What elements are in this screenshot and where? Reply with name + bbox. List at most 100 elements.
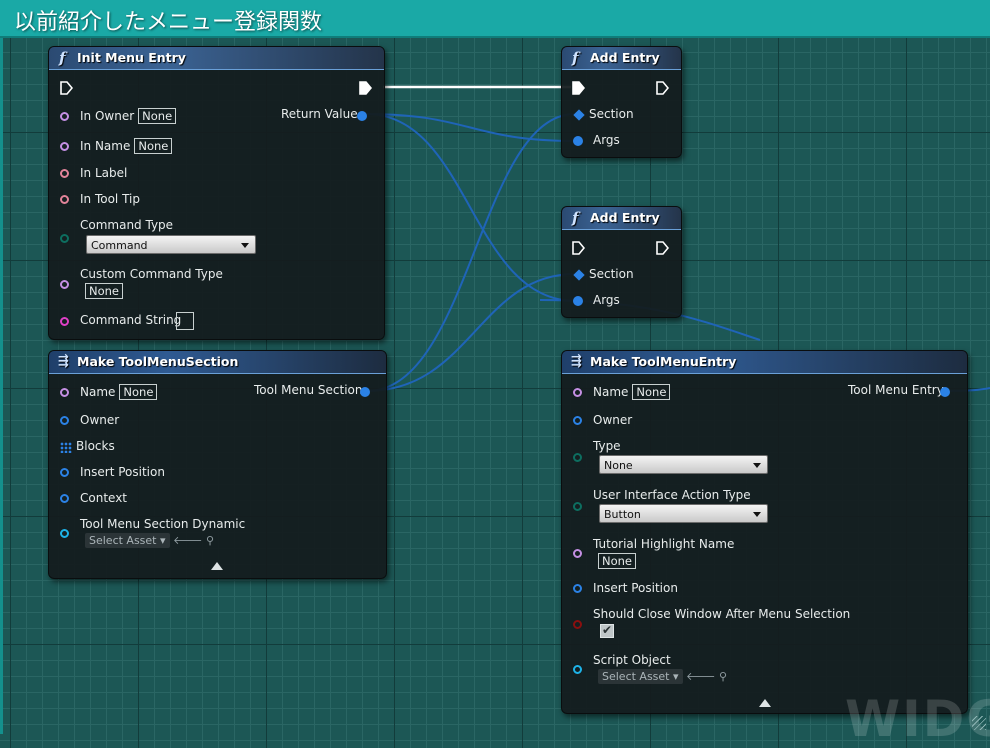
- node-make-tool-menu-entry[interactable]: ⇶ Make ToolMenuEntry Name None Tool Menu …: [561, 350, 968, 714]
- in-name-value[interactable]: None: [134, 138, 173, 154]
- node-header[interactable]: ⇶ Make ToolMenuEntry: [562, 351, 967, 374]
- insert-position-label: Insert Position: [593, 581, 678, 595]
- insert-position-pin[interactable]: [573, 584, 582, 593]
- exec-in-pin[interactable]: [60, 81, 73, 95]
- type-value: None: [604, 459, 633, 472]
- args-pin[interactable]: [573, 296, 583, 306]
- name-pin[interactable]: [60, 388, 69, 397]
- array-pin-icon[interactable]: [60, 442, 72, 453]
- section-label: Section: [589, 267, 634, 281]
- args-pin[interactable]: [573, 136, 583, 146]
- node-add-entry-1[interactable]: f Add Entry Section Args: [561, 46, 682, 158]
- node-init-menu-entry[interactable]: f Init Menu Entry In Owner None Return Va…: [48, 46, 385, 340]
- exec-in-pin[interactable]: [572, 241, 585, 255]
- command-type-label: Command Type: [80, 218, 174, 232]
- section-to-section-wire: [366, 113, 576, 392]
- node-title: Make ToolMenuEntry: [590, 354, 737, 369]
- tool-menu-section-output-label: Tool Menu Section: [254, 383, 363, 397]
- select-asset-combo[interactable]: Select Asset ▾: [598, 669, 683, 684]
- in-name-pin[interactable]: [60, 142, 69, 151]
- in-tool-tip-label: In Tool Tip: [80, 192, 140, 206]
- browse-search-icon[interactable]: ⚲: [206, 534, 214, 547]
- should-close-label: Should Close Window After Menu Selection: [593, 607, 851, 621]
- command-string-label: Command String: [80, 313, 182, 327]
- args-label: Args: [593, 133, 620, 147]
- collapse-arrow-icon[interactable]: [211, 562, 223, 570]
- in-owner-value[interactable]: None: [138, 108, 177, 124]
- owner-pin[interactable]: [60, 416, 69, 425]
- in-owner-label: In Owner: [80, 109, 135, 123]
- node-make-tool-menu-section[interactable]: ⇶ Make ToolMenuSection Name None Tool Men…: [48, 350, 387, 579]
- tutorial-value[interactable]: None: [598, 553, 637, 569]
- section-to-section2-wire: [366, 273, 576, 392]
- command-type-pin[interactable]: [60, 234, 69, 243]
- node-title: Add Entry: [590, 210, 660, 225]
- tool-menu-entry-output-pin[interactable]: [940, 387, 950, 397]
- should-close-pin[interactable]: [573, 620, 582, 629]
- chevron-down-icon: [241, 243, 249, 248]
- select-asset-label: Select Asset: [602, 670, 670, 683]
- node-header[interactable]: f Init Menu Entry: [49, 47, 384, 70]
- type-dropdown[interactable]: None: [599, 455, 768, 474]
- section-label: Section: [589, 107, 634, 121]
- exec-out-pin[interactable]: [656, 241, 669, 255]
- owner-pin[interactable]: [573, 416, 582, 425]
- return-value-pin[interactable]: [357, 111, 367, 121]
- use-selected-icon[interactable]: 🡐: [686, 670, 716, 683]
- command-string-input[interactable]: [176, 312, 194, 330]
- node-title: Init Menu Entry: [77, 50, 186, 65]
- node-header[interactable]: f Add Entry: [562, 207, 681, 230]
- name-label: Name: [593, 385, 629, 399]
- in-label-pin[interactable]: [60, 169, 69, 178]
- command-string-pin[interactable]: [60, 317, 69, 326]
- context-pin[interactable]: [60, 494, 69, 503]
- function-icon: f: [572, 49, 579, 67]
- dynamic-label: Tool Menu Section Dynamic: [80, 517, 246, 531]
- return-to-args-wire: [365, 113, 577, 142]
- custom-command-type-value[interactable]: None: [85, 283, 124, 299]
- chevron-down-icon: [753, 512, 761, 517]
- select-asset-combo[interactable]: Select Asset ▾: [85, 533, 170, 548]
- ui-action-type-dropdown[interactable]: Button: [599, 504, 768, 523]
- collapse-arrow-icon[interactable]: [759, 699, 771, 707]
- context-label: Context: [80, 491, 128, 505]
- in-owner-row: In Owner None: [80, 108, 177, 124]
- owner-label: Owner: [80, 413, 120, 427]
- name-pin[interactable]: [573, 388, 582, 397]
- return-to-args2-wire: [365, 113, 577, 302]
- node-header[interactable]: ⇶ Make ToolMenuSection: [49, 351, 386, 374]
- custom-command-type-pin[interactable]: [60, 280, 69, 289]
- return-value-label: Return Value: [281, 107, 358, 121]
- use-selected-icon[interactable]: 🡐: [173, 534, 203, 547]
- node-title: Add Entry: [590, 50, 660, 65]
- section-pin[interactable]: [573, 109, 585, 121]
- should-close-checkbox[interactable]: [600, 623, 614, 638]
- node-header[interactable]: f Add Entry: [562, 47, 681, 70]
- script-object-pin[interactable]: [573, 665, 582, 674]
- exec-in-pin[interactable]: [572, 81, 585, 95]
- insert-position-pin[interactable]: [60, 468, 69, 477]
- blocks-label: Blocks: [76, 439, 115, 453]
- type-pin[interactable]: [573, 453, 582, 462]
- command-type-dropdown[interactable]: Command: [86, 235, 256, 254]
- make-struct-icon: ⇶: [58, 354, 69, 369]
- ui-action-type-pin[interactable]: [573, 502, 582, 511]
- exec-out-pin[interactable]: [656, 81, 669, 95]
- custom-command-type-label: Custom Command Type: [80, 267, 223, 281]
- browse-search-icon[interactable]: ⚲: [719, 670, 727, 683]
- in-owner-pin[interactable]: [60, 112, 69, 121]
- dynamic-asset-picker[interactable]: Select Asset ▾ 🡐 ⚲: [85, 533, 214, 548]
- tool-menu-section-output-pin[interactable]: [360, 387, 370, 397]
- chevron-down-icon: [753, 463, 761, 468]
- tutorial-pin[interactable]: [573, 549, 582, 558]
- args-label: Args: [593, 293, 620, 307]
- resize-grip-icon[interactable]: [972, 716, 986, 730]
- name-value[interactable]: None: [632, 384, 671, 400]
- in-tool-tip-pin[interactable]: [60, 195, 69, 204]
- section-pin[interactable]: [573, 269, 585, 281]
- name-value[interactable]: None: [119, 384, 158, 400]
- dynamic-pin[interactable]: [60, 529, 69, 538]
- script-object-asset-picker[interactable]: Select Asset ▾ 🡐 ⚲: [598, 669, 727, 684]
- exec-out-pin[interactable]: [359, 81, 372, 95]
- node-add-entry-2[interactable]: f Add Entry Section Args: [561, 206, 682, 318]
